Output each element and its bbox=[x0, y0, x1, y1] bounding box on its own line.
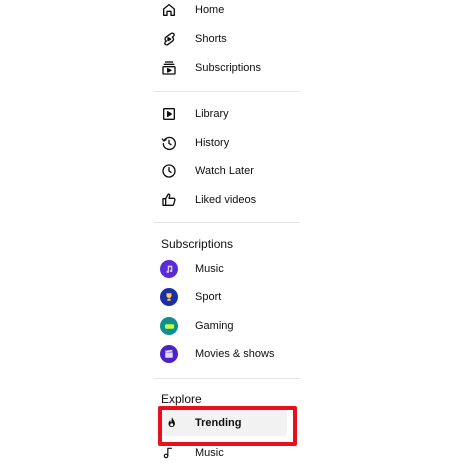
avatar bbox=[160, 345, 178, 363]
sidebar-item-label: Liked videos bbox=[195, 194, 257, 206]
sidebar-item-label: Library bbox=[195, 108, 229, 120]
subscription-item-music[interactable]: Music bbox=[154, 255, 296, 283]
history-icon bbox=[158, 132, 180, 154]
music-note-icon bbox=[158, 442, 180, 464]
shorts-icon bbox=[158, 28, 180, 50]
sidebar-item-label: History bbox=[195, 137, 230, 149]
sidebar-item-label: Music bbox=[195, 447, 224, 459]
sport-channel-icon bbox=[158, 286, 180, 308]
sidebar-item-liked-videos[interactable]: Liked videos bbox=[154, 186, 296, 214]
liked-videos-icon bbox=[158, 189, 180, 211]
avatar bbox=[160, 288, 178, 306]
avatar bbox=[160, 260, 178, 278]
sidebar-item-home[interactable]: Home bbox=[154, 0, 296, 24]
movies-channel-icon bbox=[158, 343, 180, 365]
sidebar-item-watch-later[interactable]: Watch Later bbox=[154, 157, 296, 185]
sidebar-item-label: Shorts bbox=[195, 33, 227, 45]
sidebar-item-subscriptions[interactable]: Subscriptions bbox=[154, 54, 296, 82]
subscription-item-gaming[interactable]: Gaming bbox=[154, 312, 296, 340]
sidebar-item-label: Music bbox=[195, 263, 224, 275]
sidebar-item-shorts[interactable]: Shorts bbox=[154, 25, 296, 53]
sidebar-item-label: Home bbox=[195, 4, 225, 16]
divider bbox=[154, 222, 300, 223]
explore-item-music[interactable]: Music bbox=[154, 439, 296, 467]
music-channel-icon bbox=[158, 258, 180, 280]
home-icon bbox=[158, 0, 180, 21]
sidebar-item-label: Movies & shows bbox=[195, 348, 275, 360]
sidebar-item-library[interactable]: Library bbox=[154, 100, 296, 128]
gaming-channel-icon bbox=[158, 315, 180, 337]
sidebar-item-label: Watch Later bbox=[195, 165, 254, 177]
sidebar-item-label: Sport bbox=[195, 291, 222, 303]
watch-later-icon bbox=[158, 160, 180, 182]
sidebar-item-label: Subscriptions bbox=[195, 62, 262, 74]
sidebar-item-label: Gaming bbox=[195, 320, 234, 332]
sidebar-item-history[interactable]: History bbox=[154, 129, 296, 157]
library-icon bbox=[158, 103, 180, 125]
divider bbox=[154, 91, 300, 92]
avatar bbox=[160, 317, 178, 335]
subscription-item-movies-shows[interactable]: Movies & shows bbox=[154, 340, 296, 368]
subscriptions-section-title: Subscriptions bbox=[161, 237, 234, 251]
subscriptions-icon bbox=[158, 57, 180, 79]
divider bbox=[154, 378, 300, 379]
subscription-item-sport[interactable]: Sport bbox=[154, 283, 296, 311]
explore-section-title: Explore bbox=[161, 392, 202, 406]
